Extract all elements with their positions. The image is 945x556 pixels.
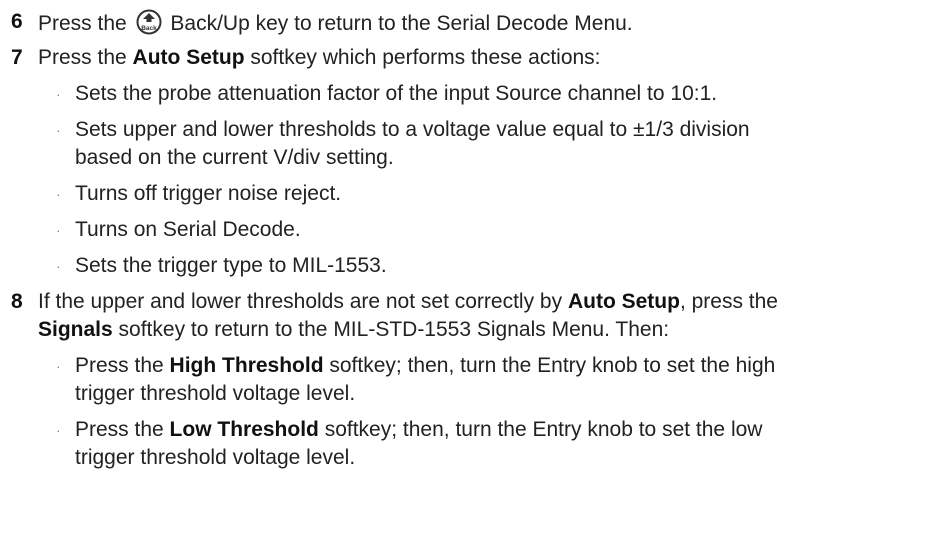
list-item: Press the High Threshold softkey; then, … (75, 354, 776, 377)
list-item: Sets upper and lower thresholds to a vol… (75, 118, 750, 141)
step-number: 7 (11, 46, 23, 69)
document-page: 6 Press the Back Back/Up key to return t… (0, 0, 945, 556)
bullet-marker: · (56, 186, 61, 202)
step-6-text-before: Press the (38, 12, 127, 35)
bullet-marker: · (56, 358, 61, 374)
list-item-continuation: trigger threshold voltage level. (75, 382, 356, 405)
bullet-marker: · (56, 86, 61, 102)
high-threshold-softkey-label: High Threshold (169, 354, 324, 377)
auto-setup-softkey-label: Auto Setup (567, 290, 680, 313)
bullet-marker: · (56, 422, 61, 438)
list-item: Turns on Serial Decode. (75, 218, 301, 241)
list-item: Sets the trigger type to MIL-1553. (75, 254, 387, 277)
auto-setup-softkey-label: Auto Setup (132, 46, 245, 69)
list-item-continuation: trigger threshold voltage level. (75, 446, 356, 469)
step-8-text: If the upper and lower thresholds are no… (38, 290, 778, 313)
step-6-text-after: Back/Up key to return to the Serial Deco… (170, 12, 633, 35)
step-number: 6 (11, 10, 23, 33)
back-up-key-icon: Back (136, 9, 162, 35)
step-8-text-continuation: Signals softkey to return to the MIL-STD… (38, 318, 670, 341)
bullet-marker: · (56, 258, 61, 274)
step-7-text: Press the Auto Setup softkey which perfo… (38, 46, 601, 69)
list-item: Sets the probe attenuation factor of the… (75, 82, 718, 105)
bullet-marker: · (56, 222, 61, 238)
bullet-marker: · (56, 122, 61, 138)
list-item: Press the Low Threshold softkey; then, t… (75, 418, 763, 441)
back-icon-label: Back (141, 25, 157, 32)
low-threshold-softkey-label: Low Threshold (169, 418, 319, 441)
step-number: 8 (11, 290, 23, 313)
list-item-continuation: based on the current V/div setting. (75, 146, 394, 169)
signals-softkey-label: Signals (38, 318, 113, 341)
step-6-text: Press the Back Back/Up key to return to … (38, 9, 633, 37)
list-item: Turns off trigger noise reject. (75, 182, 342, 205)
